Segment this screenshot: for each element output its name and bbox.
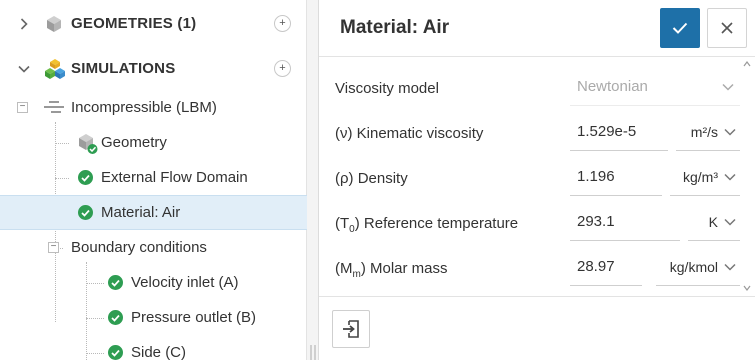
simulation-settings-icon [44,100,64,119]
form-row-viscosity-model: Viscosity model Newtonian [319,66,755,111]
geometry-cubes-icon [44,14,64,39]
tree-item-label: External Flow Domain [101,169,248,186]
tree-item-pressure-outlet[interactable]: Pressure outlet (B) [0,300,307,335]
form-row-molar-mass: (Mm) Molar mass 28.97 kg/kmol [319,246,755,291]
collapse-toggle-icon[interactable]: − [48,242,59,253]
chevron-down-icon [724,263,736,271]
section-label-geometries: GEOMETRIES (1) [71,15,197,32]
tree-node-label: Boundary conditions [71,239,207,256]
molar-mass-unit-select[interactable]: kg/kmol [656,248,740,286]
chevron-down-icon [724,128,736,136]
simulation-cubes-icon [44,58,66,85]
panel-splitter[interactable] [307,0,318,360]
density-unit-select[interactable]: kg/m³ [670,158,740,196]
tree-item-label: Velocity inlet (A) [131,274,239,291]
section-label-simulations: SIMULATIONS [71,60,176,77]
app-root: GEOMETRIES (1) + SIMULATIONS + − Incompr… [0,0,755,360]
viscosity-model-value: Newtonian [577,78,648,95]
molar-mass-label: (Mm) Molar mass [335,260,448,280]
kinematic-viscosity-input[interactable]: 1.529e-5 [570,113,668,151]
panel-scrollbar[interactable] [743,60,751,292]
simulation-tree: GEOMETRIES (1) + SIMULATIONS + − Incompr… [0,0,307,360]
tree-item-geometry[interactable]: Geometry [0,125,307,160]
tree-item-material-air[interactable]: Material: Air [0,195,307,230]
chevron-right-icon[interactable] [17,17,31,31]
reference-temperature-input[interactable]: 293.1 [570,203,680,241]
tree-section-simulations[interactable]: SIMULATIONS + [0,51,307,86]
reference-temperature-unit-select[interactable]: K [688,203,740,241]
add-simulation-button[interactable]: + [274,60,291,77]
add-geometry-button[interactable]: + [274,15,291,32]
panel-title: Material: Air [340,17,450,38]
close-button[interactable] [707,8,747,48]
splitter-grip[interactable] [310,345,316,360]
tree-item-external-flow-domain[interactable]: External Flow Domain [0,160,307,195]
tree-item-label: Material: Air [101,204,181,221]
viscosity-model-select: Newtonian [570,68,740,106]
check-icon [78,170,93,185]
check-icon [108,310,123,325]
molar-mass-input[interactable]: 28.97 [570,248,642,286]
import-icon [343,320,359,338]
tree-node-boundary-conditions[interactable]: − Boundary conditions [0,230,307,265]
chevron-down-icon [722,83,734,91]
chevron-down-icon [724,218,736,226]
kinematic-viscosity-label: (ν) Kinematic viscosity [335,125,484,142]
unit-value: m²/s [690,124,718,140]
form-row-reference-temperature: (T0) Reference temperature 293.1 K [319,201,755,246]
simulation-name: Incompressible (LBM) [71,99,217,116]
form-row-density: (ρ) Density 1.196 kg/m³ [319,156,755,201]
check-icon [78,205,93,220]
tree-item-label: Pressure outlet (B) [131,309,257,326]
tree-section-geometries[interactable]: GEOMETRIES (1) + [0,6,307,41]
collapse-toggle-icon[interactable]: − [17,102,28,113]
viscosity-model-label: Viscosity model [335,80,439,97]
checkmark-icon [672,22,688,34]
tree-item-label: Side (C) [131,344,187,360]
close-icon [721,22,733,34]
tree-item-side[interactable]: Side (C) [0,335,307,360]
density-input[interactable]: 1.196 [570,158,662,196]
check-icon [108,345,123,360]
unit-value: K [708,214,718,230]
reference-temperature-label: (T0) Reference temperature [335,215,519,235]
tree-item-label: Geometry [101,134,167,151]
tree-item-velocity-inlet[interactable]: Velocity inlet (A) [0,265,307,300]
unit-value: kg/m³ [683,169,718,185]
tree-node-simulation[interactable]: − Incompressible (LBM) [0,90,307,125]
panel-header: Material: Air [319,0,755,57]
geometry-cube-icon [77,133,99,160]
chevron-down-icon[interactable] [17,62,31,76]
kinematic-viscosity-unit-select[interactable]: m²/s [676,113,740,151]
chevron-down-icon [724,173,736,181]
density-label: (ρ) Density [335,170,408,187]
check-icon [108,275,123,290]
confirm-button[interactable] [660,8,700,48]
panel-footer [319,296,755,360]
import-material-button[interactable] [332,310,370,348]
form-row-kinematic-viscosity: (ν) Kinematic viscosity 1.529e-5 m²/s [319,111,755,156]
unit-value: kg/kmol [669,259,718,275]
material-panel: Material: Air Viscosity model Newtonian … [318,0,755,360]
